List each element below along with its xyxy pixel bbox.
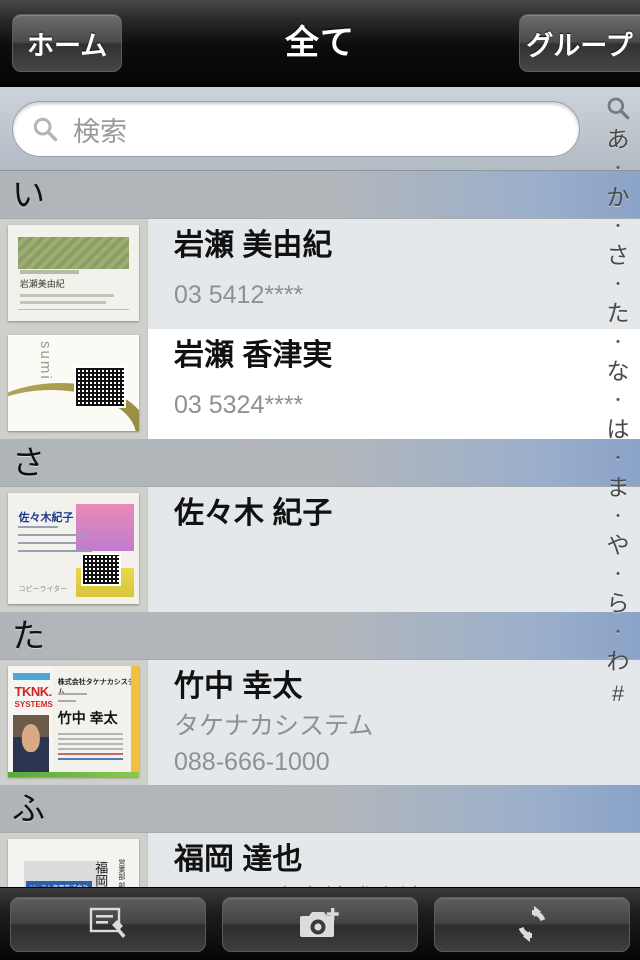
card-art-text: sumi <box>36 340 54 381</box>
bottom-toolbar <box>0 887 640 960</box>
table-row[interactable]: ジャスト商事株式会社 福岡 営業部 部長 福岡 達也 ジャスト商事株式会社 <box>0 833 640 887</box>
card-art-logo-sub: SYSTEMS <box>14 700 53 710</box>
card-art-footer: コピーライター <box>18 586 68 594</box>
card-art-name: 竹中 幸太 <box>57 710 118 727</box>
card-art-logo: TKNK. <box>14 683 53 699</box>
index-entry[interactable]: な <box>596 360 640 383</box>
alphabet-index-bar[interactable]: あ・か・さ・た・な・は・ま・や・ら・わ # <box>596 87 640 887</box>
index-entry[interactable]: # <box>596 683 640 705</box>
row-content: 岩瀬 香津実 03 5324**** <box>148 329 640 439</box>
card-edit-button[interactable] <box>10 896 206 952</box>
index-entry[interactable]: ま <box>596 476 640 499</box>
card-art-name: 佐々木紀子 <box>18 511 74 524</box>
section-header: ふ <box>0 785 640 833</box>
card-thumbnail: 佐々木紀子 コピーライター <box>0 487 148 612</box>
contact-phone: 088-666-1000 <box>174 748 330 776</box>
row-content: 竹中 幸太 タケナカシステム 088-666-1000 <box>148 660 640 785</box>
index-entry[interactable]: ・ <box>596 451 640 466</box>
index-entry[interactable]: ら <box>596 592 640 615</box>
contacts-list[interactable]: い 岩瀬美由紀 岩瀬 美由紀 03 5412**** sumi 岩瀬 香津実 0… <box>0 171 640 887</box>
section-header-label: い <box>12 176 45 213</box>
search-input[interactable]: 検索 <box>12 101 580 157</box>
qr-code-icon <box>73 365 126 408</box>
section-header: た <box>0 612 640 660</box>
contact-name: 福岡 達也 <box>174 843 303 876</box>
row-content: 佐々木 紀子 <box>148 487 640 612</box>
index-entry[interactable]: わ <box>596 650 640 673</box>
search-icon <box>33 117 58 142</box>
search-icon[interactable] <box>605 95 631 121</box>
section-header: い <box>0 171 640 219</box>
table-row[interactable]: 岩瀬美由紀 岩瀬 美由紀 03 5412**** <box>0 219 640 329</box>
index-entry[interactable]: さ <box>596 244 640 267</box>
contact-phone: 03 5324**** <box>174 391 304 419</box>
card-art-name: 岩瀬美由紀 <box>19 278 65 289</box>
index-entry[interactable]: ・ <box>596 625 640 640</box>
table-row[interactable]: sumi 岩瀬 香津実 03 5324**** <box>0 329 640 439</box>
section-header: さ <box>0 439 640 487</box>
contact-name: 岩瀬 香津実 <box>174 339 333 372</box>
section-header-label: た <box>12 617 45 654</box>
row-content: 福岡 達也 ジャスト商事株式会社 <box>148 833 640 887</box>
card-thumbnail: sumi <box>0 329 148 439</box>
index-entry[interactable]: た <box>596 302 640 325</box>
sync-refresh-icon <box>518 906 546 942</box>
group-button-label: グループ <box>526 30 633 61</box>
index-entry[interactable]: ・ <box>596 161 640 176</box>
search-bar: 検索 <box>0 87 640 171</box>
card-thumbnail: 岩瀬美由紀 <box>0 219 148 329</box>
card-art-title: 営業部 部長 <box>117 858 125 887</box>
table-row[interactable]: 佐々木紀子 コピーライター 佐々木 紀子 <box>0 487 640 612</box>
contact-name: 佐々木 紀子 <box>174 497 333 530</box>
table-row[interactable]: TKNK. SYSTEMS 株式会社タケナカシステム 竹中 幸太 竹中 幸太 タ… <box>0 660 640 785</box>
card-art-name: 福岡 <box>93 861 109 887</box>
section-header-label: ふ <box>12 790 45 827</box>
group-button[interactable]: グループ <box>519 14 640 72</box>
index-entry[interactable]: ・ <box>596 277 640 292</box>
index-entry[interactable]: か <box>596 186 640 209</box>
contact-phone: 03 5412**** <box>174 281 304 309</box>
camera-add-icon <box>300 908 339 937</box>
index-entry[interactable]: あ <box>596 128 640 151</box>
index-entry[interactable]: ・ <box>596 393 640 408</box>
navigation-bar: ホーム 全て グループ <box>0 0 640 87</box>
camera-add-button[interactable] <box>222 896 418 952</box>
index-entry[interactable]: ・ <box>596 335 640 350</box>
index-entry[interactable]: は <box>596 418 640 441</box>
card-edit-icon <box>89 907 126 938</box>
index-entries[interactable]: あ・か・さ・た・な・は・ま・や・ら・わ # <box>596 126 640 705</box>
contact-name: 岩瀬 美由紀 <box>174 229 333 262</box>
sync-refresh-button[interactable] <box>434 896 630 952</box>
contact-company: タケナカシステム <box>174 712 374 740</box>
card-thumbnail: TKNK. SYSTEMS 株式会社タケナカシステム 竹中 幸太 <box>0 660 148 785</box>
card-thumbnail: ジャスト商事株式会社 福岡 営業部 部長 <box>0 833 148 887</box>
contact-name: 竹中 幸太 <box>174 670 303 703</box>
index-entry[interactable]: や <box>596 534 640 557</box>
row-content: 岩瀬 美由紀 03 5412**** <box>148 219 640 329</box>
search-placeholder: 検索 <box>73 116 127 147</box>
section-header-label: さ <box>12 444 45 481</box>
index-entry[interactable]: ・ <box>596 219 640 234</box>
qr-code-icon <box>81 552 121 587</box>
index-entry[interactable]: ・ <box>596 509 640 524</box>
contacts-screen: ホーム 全て グループ 検索 い 岩瀬美由紀 岩瀬 美由紀 03 5412***… <box>0 0 640 960</box>
index-entry[interactable]: ・ <box>596 567 640 582</box>
